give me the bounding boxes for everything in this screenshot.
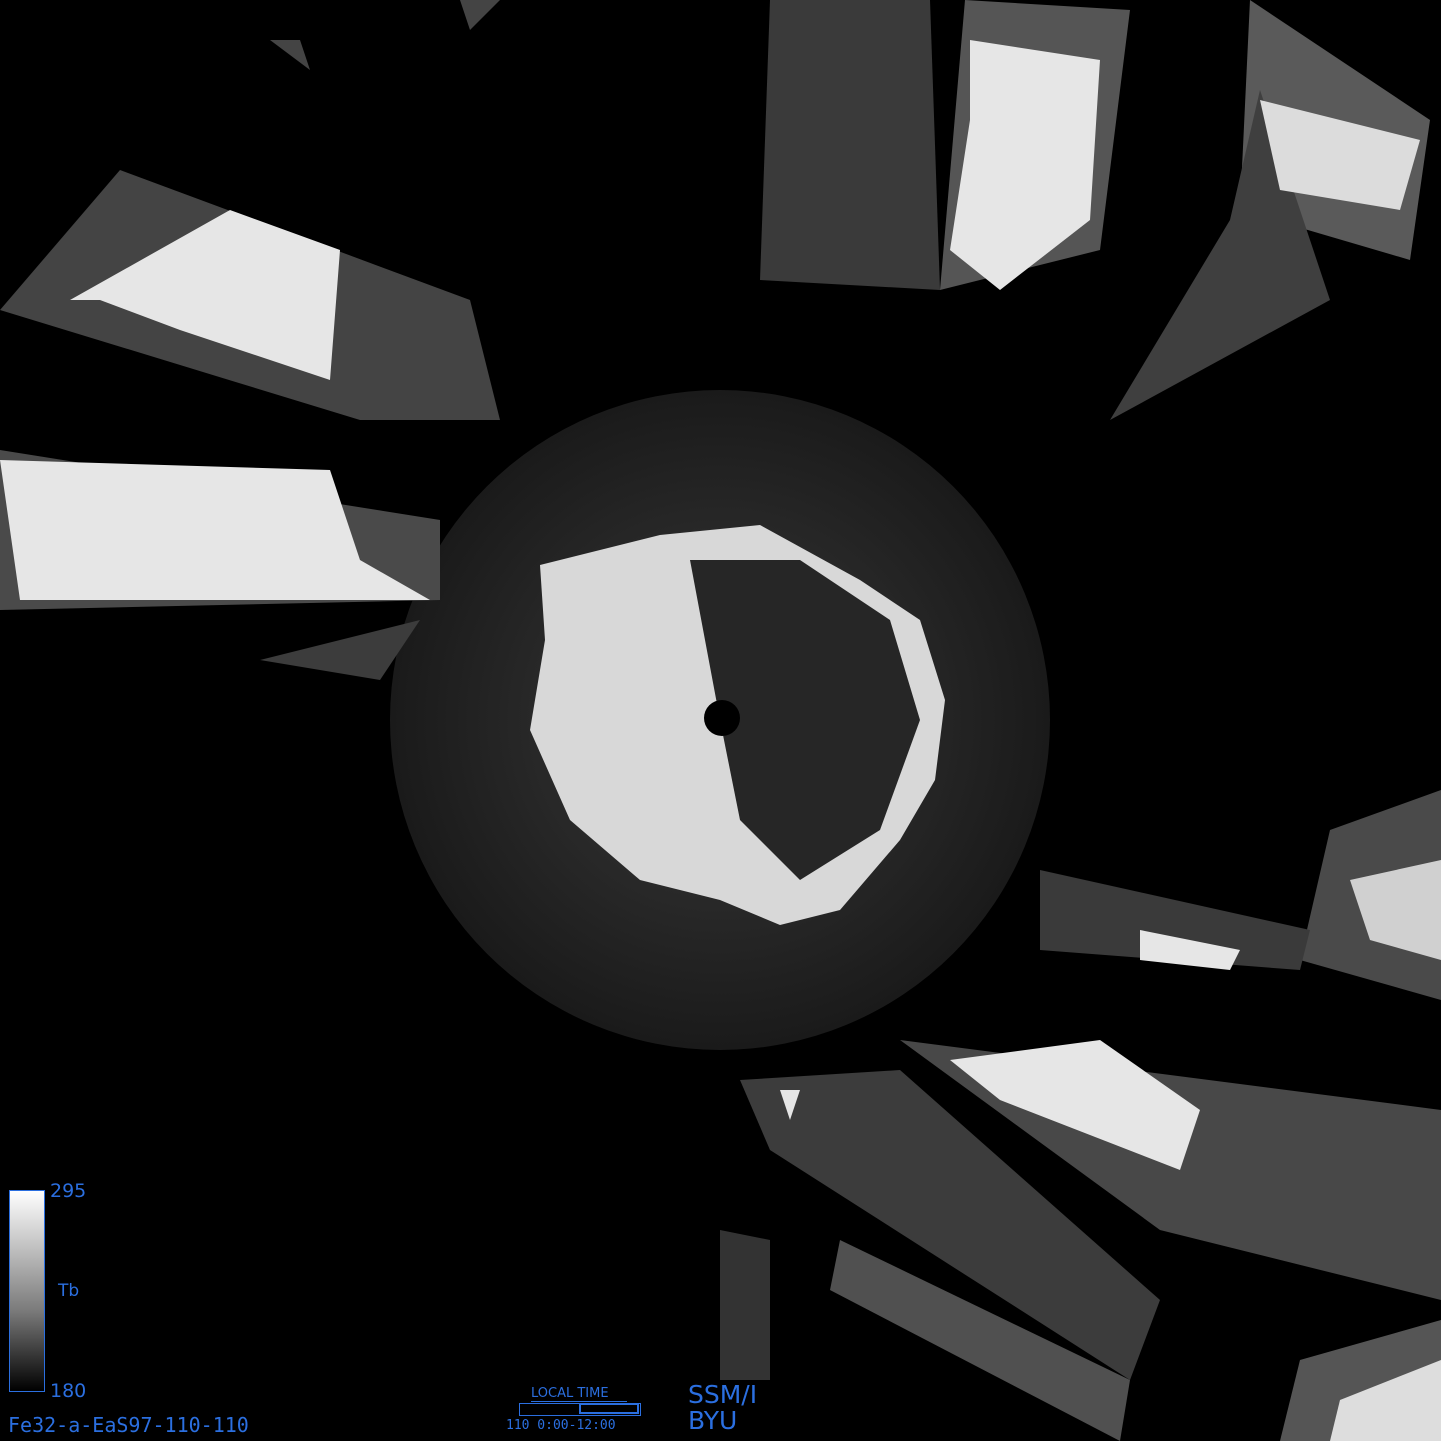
local-time-bar-fill — [579, 1403, 639, 1414]
local-time-range: 110 0:00-12:00 — [506, 1418, 616, 1433]
sensor-name: SSM/I — [688, 1380, 758, 1409]
institution-name: BYU — [688, 1406, 738, 1435]
image-filename: Fe32-a-EaS97-110-110 — [8, 1413, 249, 1437]
pole-hole — [704, 700, 740, 736]
colorbar-min-label: 180 — [50, 1380, 87, 1402]
local-time-underline — [531, 1401, 627, 1402]
colorbar — [9, 1190, 45, 1392]
local-time-label: LOCAL TIME — [531, 1386, 609, 1401]
sensor-label: SSM/I BYU — [688, 1382, 757, 1434]
colorbar-max-label: 295 — [50, 1180, 87, 1202]
satellite-brightness-map — [0, 0, 1441, 1441]
colorbar-unit-label: Tb — [58, 1281, 80, 1301]
